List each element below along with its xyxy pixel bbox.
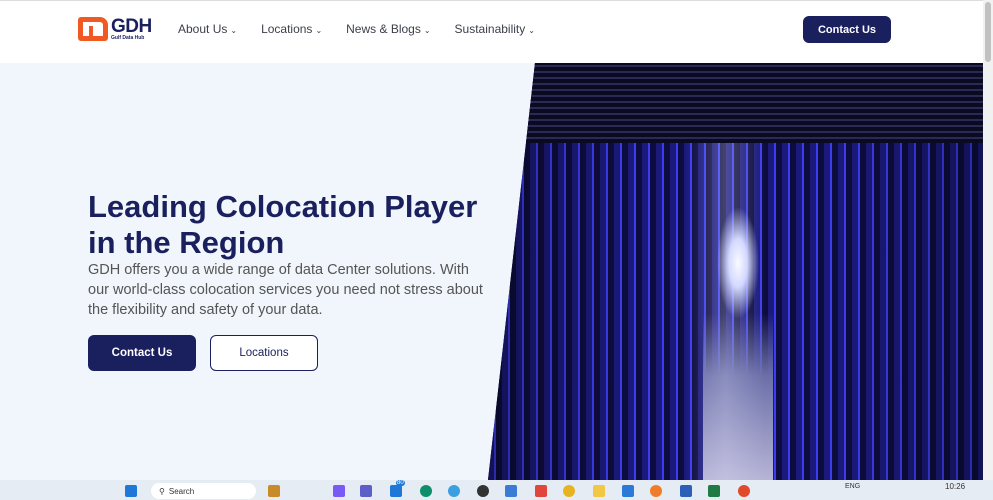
locations-button[interactable]: Locations (210, 335, 318, 371)
nav-label: Locations (261, 22, 313, 36)
windows-start-icon[interactable] (125, 485, 137, 497)
nav-label: About Us (178, 22, 228, 36)
gdh-logo[interactable]: GDH Gulf Data Hub (78, 17, 152, 41)
logo-title: GDH (111, 16, 152, 37)
data-center-image (488, 63, 983, 480)
nav-about-us[interactable]: About Us ⌄ (178, 22, 237, 36)
nav-news-blogs[interactable]: News & Blogs ⌄ (346, 22, 430, 36)
chevron-down-icon: ⌄ (423, 26, 431, 35)
scrollbar-thumb[interactable] (985, 2, 991, 62)
chevron-down-icon: ⌄ (315, 26, 323, 35)
app-icon[interactable] (535, 485, 547, 497)
hero-title: Leading Colocation Player in the Region (88, 189, 478, 260)
excel-icon[interactable] (708, 485, 720, 497)
site-header: GDH Gulf Data Hub About Us ⌄ Locations ⌄ N… (0, 0, 983, 63)
file-explorer-icon[interactable] (593, 485, 605, 497)
logo-icon (78, 17, 108, 41)
header-contact-button[interactable]: Contact Us (803, 16, 891, 43)
main-nav: About Us ⌄ Locations ⌄ News & Blogs ⌄ Susta… (178, 22, 559, 36)
search-placeholder: Search (168, 486, 195, 496)
nav-label: Sustainability (454, 22, 526, 36)
edge-icon[interactable] (420, 485, 432, 497)
teams-icon[interactable] (360, 485, 372, 497)
copilot-icon[interactable] (333, 485, 345, 497)
mail-icon[interactable]: 80 (390, 480, 405, 497)
contact-us-button[interactable]: Contact Us (88, 335, 196, 371)
notepad-icon[interactable] (505, 485, 517, 497)
page-scrollbar[interactable] (983, 0, 993, 480)
windows-taskbar: ⚲ Search 80 ENG 10:26 (0, 480, 993, 500)
app-icon[interactable] (268, 485, 280, 497)
chevron-down-icon: ⌄ (528, 26, 535, 35)
calculator-icon[interactable] (622, 485, 634, 497)
mail-badge: 80 (396, 480, 405, 486)
chrome-profile-icon[interactable] (738, 485, 750, 497)
nav-label: News & Blogs (346, 22, 421, 36)
nav-sustainability[interactable]: Sustainability ⌄ (455, 22, 535, 36)
clock[interactable]: 10:26 (945, 482, 965, 491)
app-icon[interactable] (448, 485, 460, 497)
language-indicator[interactable]: ENG (845, 483, 860, 490)
search-icon: ⚲ (159, 486, 165, 496)
chrome-icon[interactable] (563, 485, 575, 497)
firefox-icon[interactable] (650, 485, 662, 497)
hero-description: GDH offers you a wide range of data Cent… (88, 262, 483, 318)
nav-locations[interactable]: Locations ⌄ (261, 22, 322, 36)
chevron-down-icon: ⌄ (230, 26, 238, 35)
dell-icon[interactable] (477, 485, 489, 497)
word-icon[interactable] (680, 485, 692, 497)
taskbar-search[interactable]: ⚲ Search (151, 483, 256, 499)
